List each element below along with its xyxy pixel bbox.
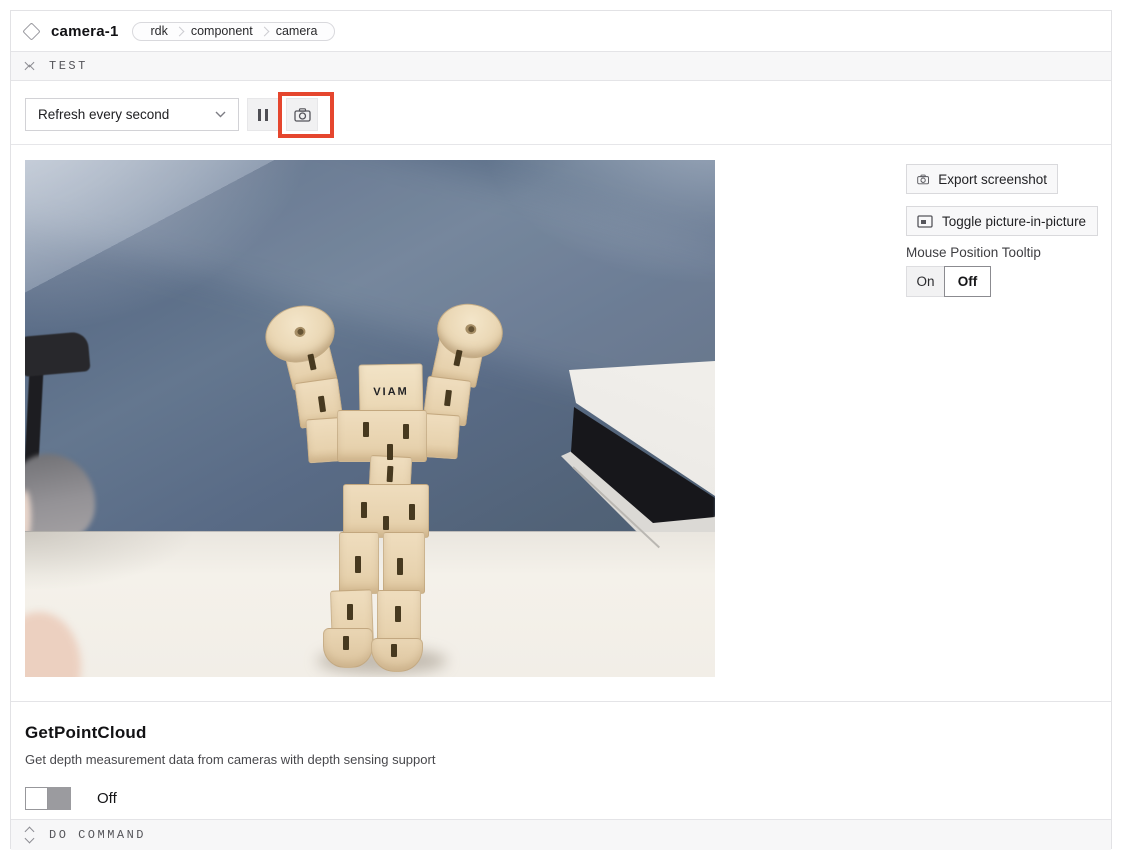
get-point-cloud-toggle-row: Off	[25, 787, 1097, 810]
stream-toolbar: Refresh every second	[11, 81, 1111, 145]
robot-slot	[409, 504, 415, 520]
expand-icon	[26, 828, 36, 842]
robot-slot	[387, 444, 393, 460]
mouse-tooltip-on-button[interactable]: On	[906, 266, 945, 297]
disc-hole	[465, 323, 478, 335]
breadcrumb-component: component	[184, 24, 260, 38]
pause-icon	[258, 109, 268, 121]
pause-stream-button[interactable]	[247, 98, 279, 131]
component-title: camera-1	[51, 23, 118, 40]
camera-component-panel: camera-1 rdk component camera TEST Refre…	[10, 10, 1112, 849]
do-command-section-label: DO COMMAND	[49, 828, 146, 842]
toggle-pip-label: Toggle picture-in-picture	[942, 214, 1086, 229]
office-chair-armrest	[25, 331, 91, 377]
get-point-cloud-title: GetPointCloud	[25, 723, 1097, 743]
get-point-cloud-toggle[interactable]	[25, 787, 71, 810]
breadcrumb-camera: camera	[269, 24, 325, 38]
breadcrumb-rdk: rdk	[143, 24, 174, 38]
get-point-cloud-toggle-label: Off	[97, 790, 117, 807]
export-screenshot-label: Export screenshot	[938, 172, 1047, 187]
mouse-tooltip-off-button[interactable]: Off	[944, 266, 991, 297]
export-screenshot-toolbar-button[interactable]	[286, 98, 318, 131]
robot-right-thigh	[383, 532, 425, 594]
robot-slot	[391, 644, 397, 657]
component-diamond-icon	[22, 22, 40, 40]
mouse-position-tooltip-label: Mouse Position Tooltip	[906, 245, 1041, 260]
export-screenshot-button[interactable]: Export screenshot	[906, 164, 1058, 194]
get-point-cloud-description: Get depth measurement data from cameras …	[25, 752, 1097, 767]
robot-chest	[337, 410, 427, 462]
test-section-content: VIAM	[11, 145, 1111, 701]
picture-in-picture-icon	[917, 215, 933, 228]
robot-slot	[383, 516, 389, 530]
breadcrumb-chevron-icon	[174, 26, 184, 36]
robot-slot	[347, 604, 353, 620]
breadcrumb: rdk component camera	[132, 22, 335, 41]
camera-live-feed[interactable]: VIAM	[25, 160, 715, 677]
collapse-icon	[26, 59, 36, 73]
robot-slot	[387, 466, 394, 482]
get-point-cloud-section: GetPointCloud Get depth measurement data…	[11, 701, 1111, 819]
breadcrumb-chevron-icon	[259, 26, 269, 36]
robot-slot	[361, 502, 367, 518]
camera-icon	[294, 108, 311, 122]
toggle-knob	[25, 787, 48, 810]
disc-hole	[293, 326, 306, 338]
test-section-header[interactable]: TEST	[11, 51, 1111, 81]
robot-slot	[343, 636, 349, 650]
robot-slot	[355, 556, 361, 573]
robot-slot	[363, 422, 369, 437]
chevron-down-icon	[215, 111, 226, 118]
robot-slot	[403, 424, 409, 439]
desk-shadow	[25, 531, 195, 591]
test-section-label: TEST	[49, 59, 88, 73]
camera-component-page: camera-1 rdk component camera TEST Refre…	[0, 0, 1122, 857]
do-command-section-header[interactable]: DO COMMAND	[11, 819, 1111, 850]
robot-slot	[397, 558, 403, 575]
robot-slot	[395, 606, 401, 622]
refresh-rate-select[interactable]: Refresh every second	[25, 98, 239, 131]
toggle-pip-button[interactable]: Toggle picture-in-picture	[906, 206, 1098, 236]
viam-logo: VIAM	[360, 385, 422, 398]
camera-icon	[917, 173, 929, 186]
component-header: camera-1 rdk component camera	[11, 11, 1111, 51]
refresh-rate-value: Refresh every second	[38, 107, 215, 122]
